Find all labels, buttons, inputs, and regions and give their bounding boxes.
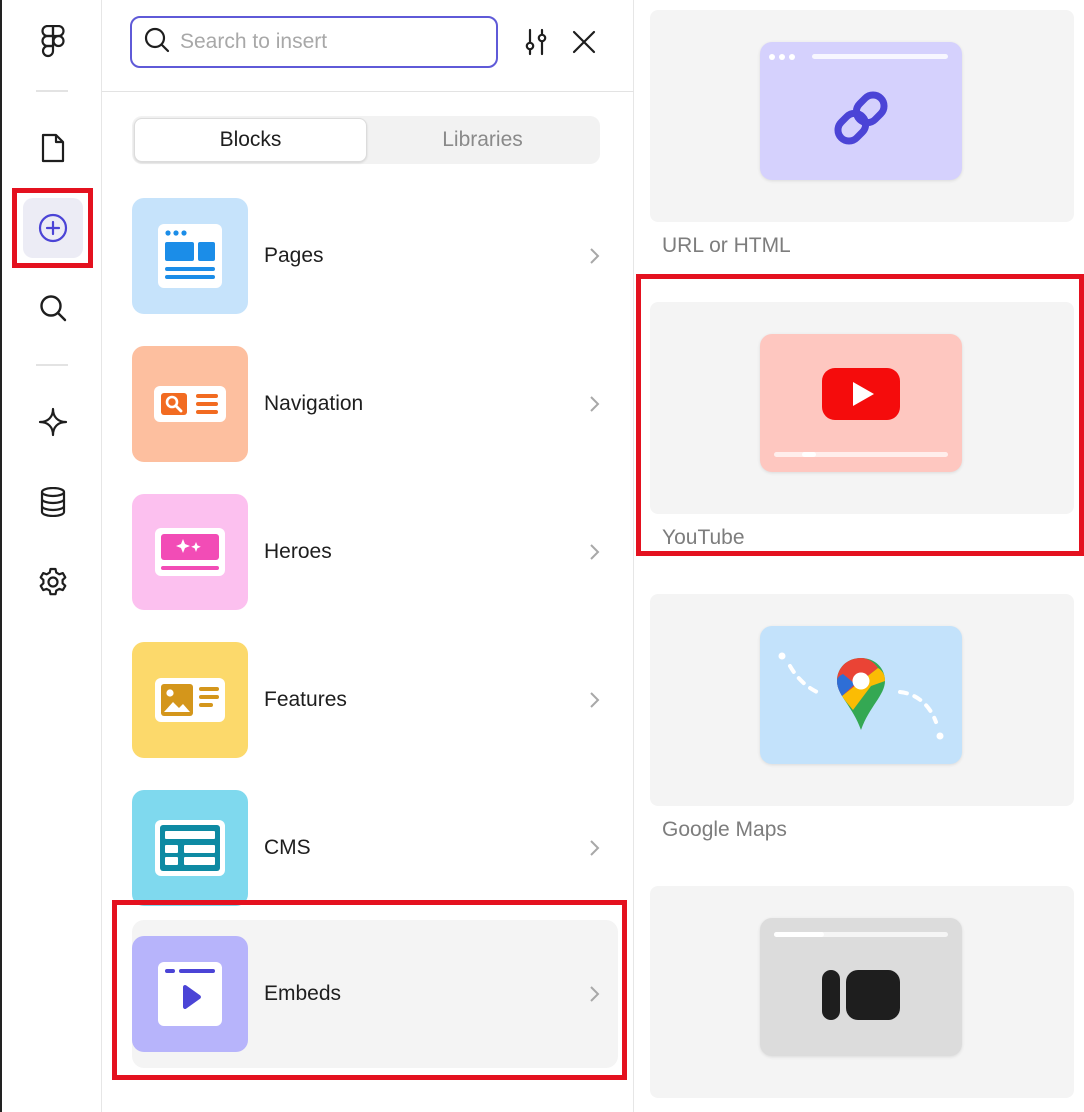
search-input[interactable]: [180, 30, 480, 54]
embed-card-youtube[interactable]: [650, 302, 1074, 514]
heroes-thumbnail: [132, 494, 248, 610]
close-icon[interactable]: [568, 26, 600, 58]
chevron-right-icon: [590, 544, 600, 560]
link-icon: [834, 91, 888, 145]
tab-libraries[interactable]: Libraries: [367, 118, 598, 162]
segmented-tabs: Blocks Libraries: [132, 116, 600, 164]
embeds-thumbnail: [132, 936, 248, 1052]
embed-gallery: URL or HTML YouTube Google Maps: [634, 0, 1084, 1112]
category-cms[interactable]: CMS: [132, 788, 618, 908]
embed-card-url[interactable]: [650, 10, 1074, 222]
embed-card-google-maps[interactable]: [650, 594, 1074, 806]
embed-logo-icon: [822, 970, 900, 1020]
google-maps-pin-icon: [837, 658, 885, 730]
category-label: Features: [264, 688, 347, 711]
search-icon: [144, 27, 170, 58]
tab-blocks[interactable]: Blocks: [134, 118, 367, 162]
category-heroes[interactable]: Heroes: [132, 492, 618, 612]
category-label: CMS: [264, 836, 311, 859]
settings-gear-icon[interactable]: [23, 552, 83, 612]
navigation-thumbnail: [132, 346, 248, 462]
chevron-right-icon: [590, 248, 600, 264]
app-window: Blocks Libraries Pages: [0, 0, 1084, 1112]
chevron-right-icon: [590, 692, 600, 708]
embed-label-url: URL or HTML: [662, 234, 791, 257]
panel-header: [102, 0, 634, 92]
insert-plus-icon[interactable]: [23, 198, 83, 258]
category-features[interactable]: Features: [132, 640, 618, 760]
fourth-embed-thumbnail: [760, 918, 962, 1056]
navigation-icon: [154, 386, 226, 422]
features-icon: [155, 678, 225, 722]
embed-label-google-maps: Google Maps: [662, 818, 787, 841]
pages-thumbnail: [132, 198, 248, 314]
category-label: Pages: [264, 244, 324, 267]
database-icon[interactable]: [23, 472, 83, 532]
chevron-right-icon: [590, 840, 600, 856]
rail-divider: [36, 364, 68, 366]
category-label: Heroes: [264, 540, 332, 563]
embeds-icon: [158, 962, 222, 1026]
google-maps-thumbnail: [760, 626, 962, 764]
chevron-right-icon: [590, 986, 600, 1002]
youtube-play-icon: [822, 368, 900, 420]
category-embeds[interactable]: Embeds: [132, 920, 618, 1068]
category-label: Embeds: [264, 982, 342, 1005]
pages-icon: [158, 224, 222, 288]
youtube-thumbnail: [760, 334, 962, 472]
category-label: Navigation: [264, 392, 364, 415]
embed-card-fourth[interactable]: [650, 886, 1074, 1098]
figma-logo-icon[interactable]: [23, 12, 83, 72]
url-thumbnail: [760, 42, 962, 180]
insert-panel: Blocks Libraries Pages: [102, 0, 634, 1112]
page-icon[interactable]: [23, 118, 83, 178]
heroes-icon: [155, 528, 225, 576]
search-icon[interactable]: [23, 278, 83, 338]
rail-divider: [36, 90, 68, 92]
embed-label-youtube: YouTube: [662, 526, 745, 549]
chevron-right-icon: [590, 396, 600, 412]
ai-sparkle-icon[interactable]: [23, 392, 83, 452]
search-field[interactable]: [130, 16, 498, 68]
left-rail: [0, 0, 102, 1112]
features-thumbnail: [132, 642, 248, 758]
cms-icon: [155, 820, 225, 876]
filter-sliders-icon[interactable]: [520, 26, 552, 58]
cms-thumbnail: [132, 790, 248, 906]
category-navigation[interactable]: Navigation: [132, 344, 618, 464]
category-pages[interactable]: Pages: [132, 196, 618, 316]
